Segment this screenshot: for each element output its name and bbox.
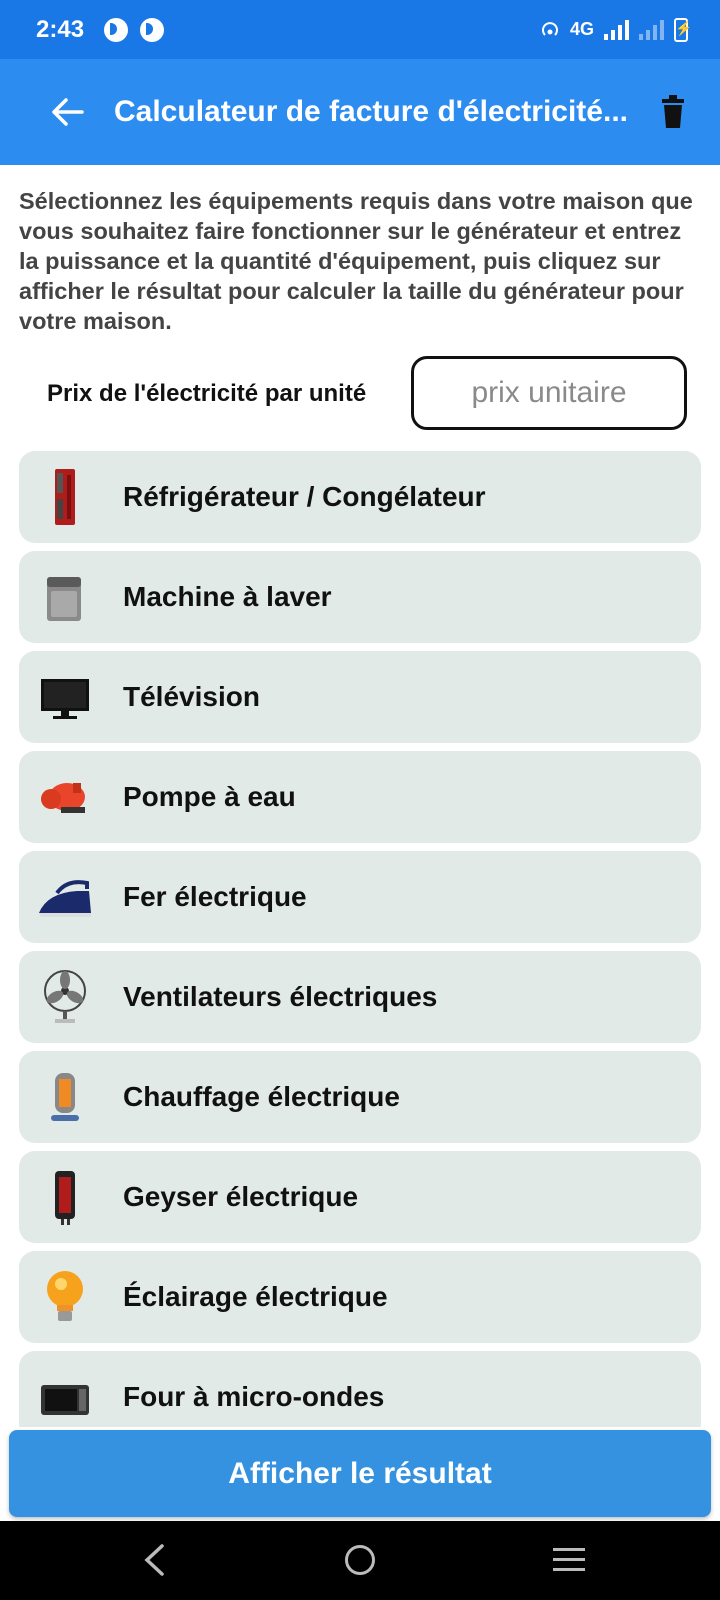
appliance-list: Réfrigérateur / Congélateur Machine à la… xyxy=(19,451,701,1427)
battery-charging-icon xyxy=(674,17,692,42)
network-type-label: 4G xyxy=(569,19,594,39)
microwave-icon xyxy=(41,1385,89,1415)
notification-app-icon xyxy=(104,17,129,42)
appliance-label: Fer électrique xyxy=(123,881,307,912)
back-arrow-icon[interactable] xyxy=(50,96,86,128)
light-bulb-icon xyxy=(47,1271,83,1321)
appliance-label: Ventilateurs électriques xyxy=(123,981,438,1012)
system-navigation-bar xyxy=(0,1521,720,1600)
appliance-item-refrigerator[interactable]: Réfrigérateur / Congélateur xyxy=(19,451,701,543)
status-indicators: 4G xyxy=(540,0,692,59)
appliance-item-fan[interactable]: Ventilateurs électriques xyxy=(19,951,701,1043)
television-icon xyxy=(41,679,89,719)
fan-icon xyxy=(44,970,86,1023)
appliance-item-geyser[interactable]: Geyser électrique xyxy=(19,1151,701,1243)
appliance-label: Télévision xyxy=(123,681,260,712)
washing-machine-icon xyxy=(47,577,81,621)
appliance-item-television[interactable]: Télévision xyxy=(19,651,701,743)
appliance-item-lighting[interactable]: Éclairage électrique xyxy=(19,1251,701,1343)
appliance-label: Chauffage électrique xyxy=(123,1081,400,1112)
status-time: 2:43 xyxy=(36,15,85,43)
appliance-label: Réfrigérateur / Congélateur xyxy=(123,481,486,512)
nav-home-icon[interactable] xyxy=(345,1545,375,1575)
appliance-item-water-pump[interactable]: Pompe à eau xyxy=(19,751,701,843)
notification-app-icon xyxy=(140,17,165,42)
page-title: Calculateur de facture d'électricité... xyxy=(114,95,628,128)
unit-price-row: Prix de l'électricité par unité xyxy=(0,356,720,432)
show-result-button[interactable]: Afficher le résultat xyxy=(9,1430,711,1517)
water-pump-icon xyxy=(41,783,85,813)
iron-icon xyxy=(39,880,91,917)
intro-instructions: Sélectionnez les équipements requis dans… xyxy=(19,188,693,334)
appliance-item-washing-machine[interactable]: Machine à laver xyxy=(19,551,701,643)
nav-back-icon[interactable] xyxy=(142,1543,166,1577)
hotspot-icon xyxy=(542,21,558,36)
appliance-item-microwave[interactable]: Four à micro-ondes xyxy=(19,1351,701,1427)
appliance-label: Éclairage électrique xyxy=(123,1281,388,1312)
signal-strength-secondary-icon xyxy=(639,19,664,40)
appliance-item-iron[interactable]: Fer électrique xyxy=(19,851,701,943)
appliance-label: Four à micro-ondes xyxy=(123,1381,385,1412)
status-bar: 2:43 4G xyxy=(0,0,720,59)
appliance-label: Geyser électrique xyxy=(123,1181,359,1212)
unit-price-label: Prix de l'électricité par unité xyxy=(47,380,367,407)
appliance-item-heater[interactable]: Chauffage électrique xyxy=(19,1051,701,1143)
nav-recents-icon[interactable] xyxy=(552,1546,586,1574)
unit-price-input[interactable] xyxy=(411,356,687,430)
app-bar: Calculateur de facture d'électricité... xyxy=(0,59,720,165)
signal-strength-icon xyxy=(604,19,629,40)
geyser-icon xyxy=(55,1171,75,1225)
appliance-label: Machine à laver xyxy=(123,581,332,612)
refrigerator-icon xyxy=(55,469,75,525)
appliance-label: Pompe à eau xyxy=(123,781,296,812)
delete-icon[interactable] xyxy=(660,95,686,129)
heater-icon xyxy=(51,1073,79,1121)
